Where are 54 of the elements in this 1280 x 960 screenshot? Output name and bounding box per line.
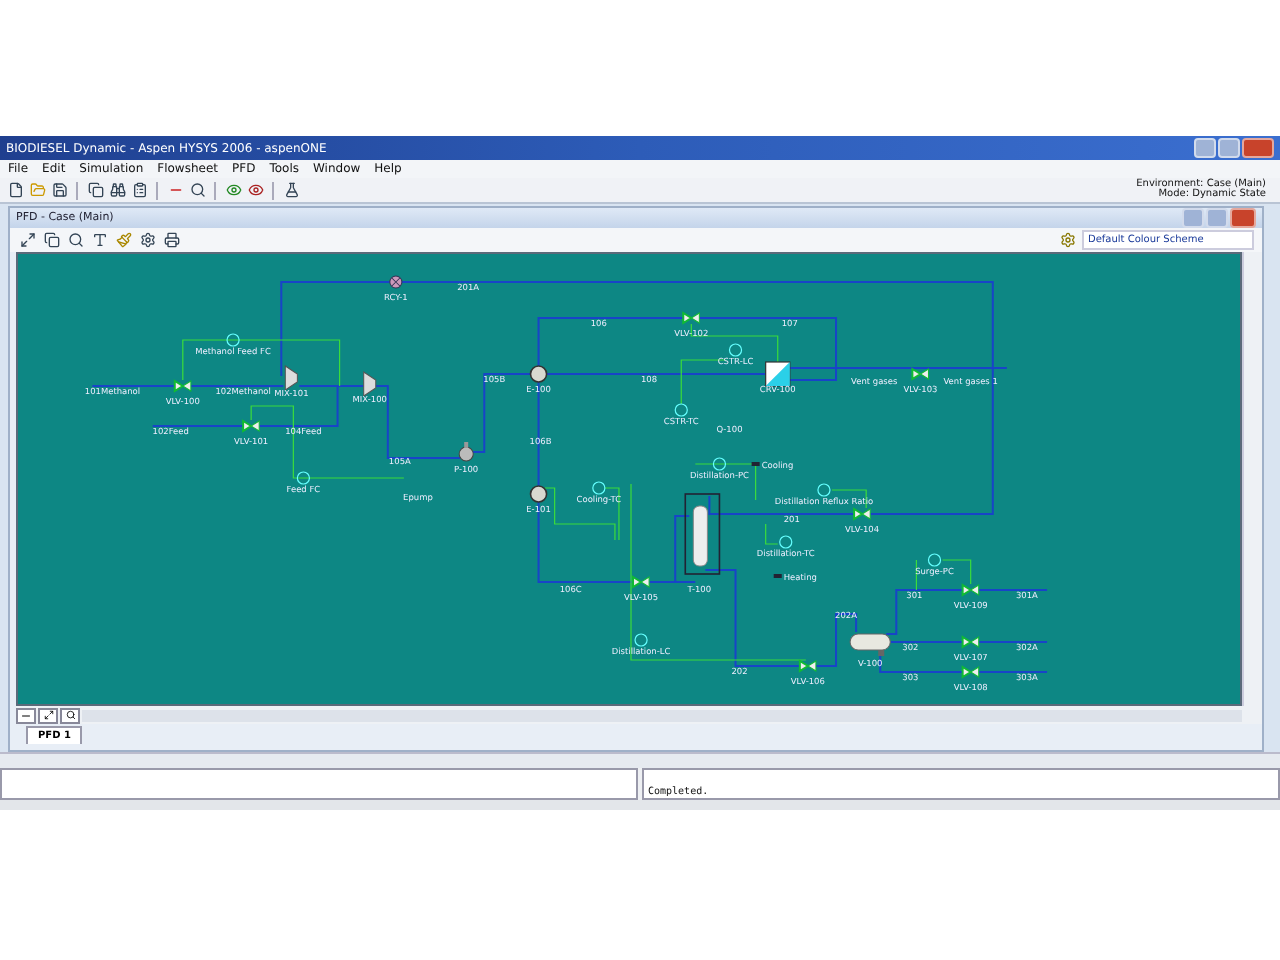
valve-icon[interactable] xyxy=(682,311,700,325)
save-icon[interactable] xyxy=(50,181,68,199)
controller-icon[interactable] xyxy=(779,535,793,549)
maximize-button[interactable] xyxy=(1218,138,1240,158)
copy-icon[interactable] xyxy=(42,231,60,249)
controller-icon[interactable] xyxy=(927,553,942,567)
eye-icon[interactable] xyxy=(246,181,264,199)
binoculars-icon[interactable] xyxy=(108,181,126,199)
search-icon[interactable] xyxy=(66,231,84,249)
maximize-icon[interactable] xyxy=(18,231,36,249)
flask-icon[interactable] xyxy=(282,181,300,199)
controller-icon[interactable] xyxy=(592,481,606,495)
search-icon[interactable] xyxy=(188,181,206,199)
gear-icon[interactable] xyxy=(138,231,156,249)
valve-icon[interactable] xyxy=(853,507,871,521)
eye-icon[interactable] xyxy=(224,181,242,199)
heater-icon[interactable] xyxy=(529,365,548,383)
vertical-scrollbar[interactable] xyxy=(1242,252,1262,706)
minimize-button[interactable] xyxy=(1194,138,1216,158)
close-button[interactable] xyxy=(1230,208,1256,228)
drum-icon[interactable] xyxy=(849,633,891,656)
valve-icon[interactable] xyxy=(911,367,929,381)
new-file-icon[interactable] xyxy=(6,181,24,199)
valve-icon[interactable] xyxy=(961,635,980,649)
clipboard-icon[interactable] xyxy=(130,181,148,199)
controller-icon[interactable] xyxy=(634,633,648,647)
column-icon[interactable] xyxy=(684,493,721,575)
printer-icon[interactable] xyxy=(162,231,180,249)
fit-view-icon[interactable] xyxy=(38,707,58,723)
controller-icon[interactable] xyxy=(674,403,688,417)
close-button[interactable] xyxy=(1242,138,1274,158)
valve-icon[interactable] xyxy=(961,665,980,679)
recycle-icon[interactable] xyxy=(389,275,403,289)
text-icon[interactable] xyxy=(90,231,108,249)
valve-icon[interactable] xyxy=(242,419,260,433)
valve-icon[interactable] xyxy=(632,575,650,589)
copy-icon[interactable] xyxy=(86,181,104,199)
controller-icon[interactable] xyxy=(296,471,311,485)
controller-icon[interactable] xyxy=(817,483,831,497)
reactor-icon[interactable] xyxy=(765,361,791,387)
mixer-icon[interactable] xyxy=(363,371,377,397)
valve-icon[interactable] xyxy=(173,379,192,393)
controller-icon[interactable] xyxy=(728,343,743,357)
mixer-icon[interactable] xyxy=(284,365,298,391)
pump-icon[interactable] xyxy=(458,442,474,462)
zoom-out-icon[interactable] xyxy=(16,707,36,723)
horizontal-scrollbar[interactable] xyxy=(82,709,1242,721)
valve-icon[interactable] xyxy=(961,583,980,597)
heater-icon[interactable] xyxy=(529,485,548,503)
valve-icon[interactable] xyxy=(798,659,817,673)
brush-icon[interactable] xyxy=(114,231,132,249)
horizontal-scrollbar[interactable] xyxy=(0,752,1280,768)
controller-icon[interactable] xyxy=(226,333,240,347)
controller-icon[interactable] xyxy=(712,457,727,471)
